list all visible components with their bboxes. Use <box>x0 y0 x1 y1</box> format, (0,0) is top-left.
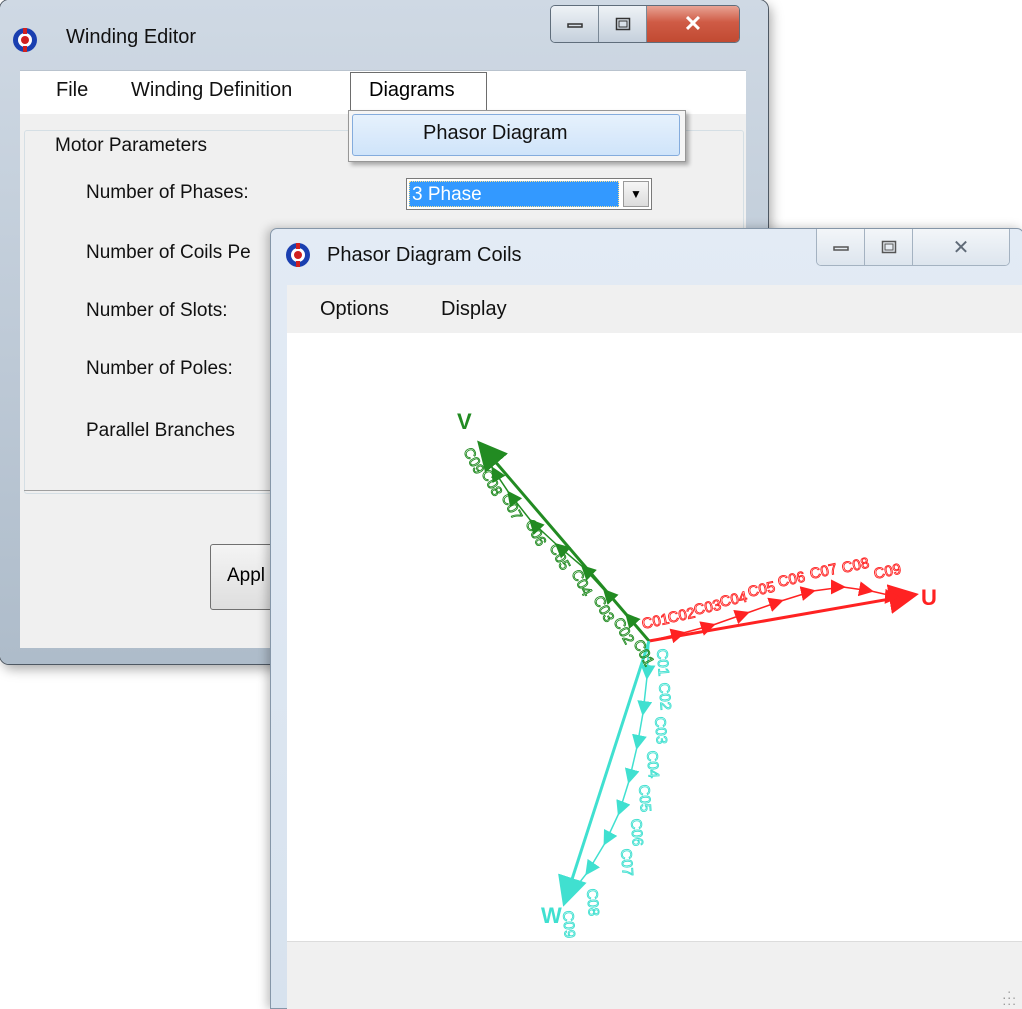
phases-select[interactable]: 3 Phase ▼ <box>406 178 652 210</box>
menu-display[interactable]: Display <box>441 298 507 321</box>
label-poles: Number of Poles: <box>86 358 233 379</box>
coil-label: C07 <box>617 848 636 877</box>
phase-w-label: W <box>541 903 562 928</box>
phase-u-label: U <box>921 585 937 610</box>
app-icon <box>286 243 310 267</box>
coil-label: C01 <box>653 648 672 677</box>
close-icon: ✕ <box>952 236 970 259</box>
menu-options[interactable]: Options <box>320 298 389 321</box>
window-title: Winding Editor <box>66 26 197 48</box>
close-button[interactable]: ✕ <box>647 6 739 42</box>
close-icon: ✕ <box>683 11 703 36</box>
label-parallel-branches: Parallel Branches <box>86 420 235 441</box>
coil-label: C09 <box>872 561 902 583</box>
phasor-canvas: U V W C01 C02 C03 C04 C05 C06 C07 C08 C09 C01 C02 C… <box>287 333 1022 941</box>
coil-label: C08 <box>840 555 870 577</box>
coil-labels: C01C02C03C04C05 C06 C07 C08 C09C01C02C03C04C… <box>459 444 903 939</box>
coil-label: C04 <box>643 750 662 779</box>
coil-label: C06 <box>776 569 806 591</box>
diagrams-dropdown: Phasor Diagram <box>348 110 686 162</box>
menu-winding-definition[interactable]: Winding Definition <box>131 79 292 102</box>
caption-buttons: ✕ <box>550 5 740 43</box>
resize-grip-icon[interactable]: .:::: <box>1002 987 1017 1007</box>
minimize-button[interactable] <box>551 6 599 42</box>
group-title: Motor Parameters <box>49 135 214 157</box>
minimize-button[interactable] <box>817 229 865 265</box>
coil-label: C05 <box>746 579 776 601</box>
coil-label: C07 <box>808 561 838 583</box>
phasor-diagram: U V W C01C02C03C04C05 C06 C07 C08 C09C01C02C… <box>457 409 937 939</box>
minimize-icon <box>566 23 583 28</box>
window-title: Phasor Diagram Coils <box>327 244 522 266</box>
coil-label: C03 <box>651 716 670 745</box>
coil-label: C03 <box>692 597 722 619</box>
label-coils-per: Number of Coils Pe <box>86 242 251 263</box>
maximize-icon <box>881 240 896 254</box>
close-button[interactable]: ✕ <box>913 229 1009 265</box>
maximize-button[interactable] <box>865 229 913 265</box>
menu-diagrams[interactable]: Diagrams <box>350 72 487 112</box>
coil-label: C09 <box>559 910 578 939</box>
coil-label: C05 <box>635 784 654 813</box>
label-slots: Number of Slots: <box>86 300 228 321</box>
menu-item-phasor-diagram[interactable]: Phasor Diagram <box>352 114 680 156</box>
maximize-button[interactable] <box>599 6 647 42</box>
phasor-diagram-window: Phasor Diagram Coils ✕ Options Display U… <box>270 228 1022 1009</box>
status-bar: .:::: <box>287 941 1022 1009</box>
coil-label: C07 <box>497 491 525 523</box>
phase-v-label: V <box>457 409 472 434</box>
phases-value: 3 Phase <box>409 181 619 207</box>
coil-label: C04 <box>718 589 748 611</box>
minimize-icon <box>832 246 849 251</box>
phase-w-vector <box>558 640 651 907</box>
coil-label: C02 <box>655 682 674 711</box>
coil-label: C02 <box>666 605 696 627</box>
coil-label: C08 <box>583 888 602 917</box>
caption-buttons: ✕ <box>816 229 1010 266</box>
coil-label: C06 <box>627 818 646 847</box>
label-phases: Number of Phases: <box>86 182 249 203</box>
menu-file[interactable]: File <box>56 79 88 102</box>
app-icon <box>13 28 37 52</box>
maximize-icon <box>615 17 630 31</box>
menu-bar: Options Display <box>287 285 1022 333</box>
chevron-down-icon[interactable]: ▼ <box>623 181 649 207</box>
